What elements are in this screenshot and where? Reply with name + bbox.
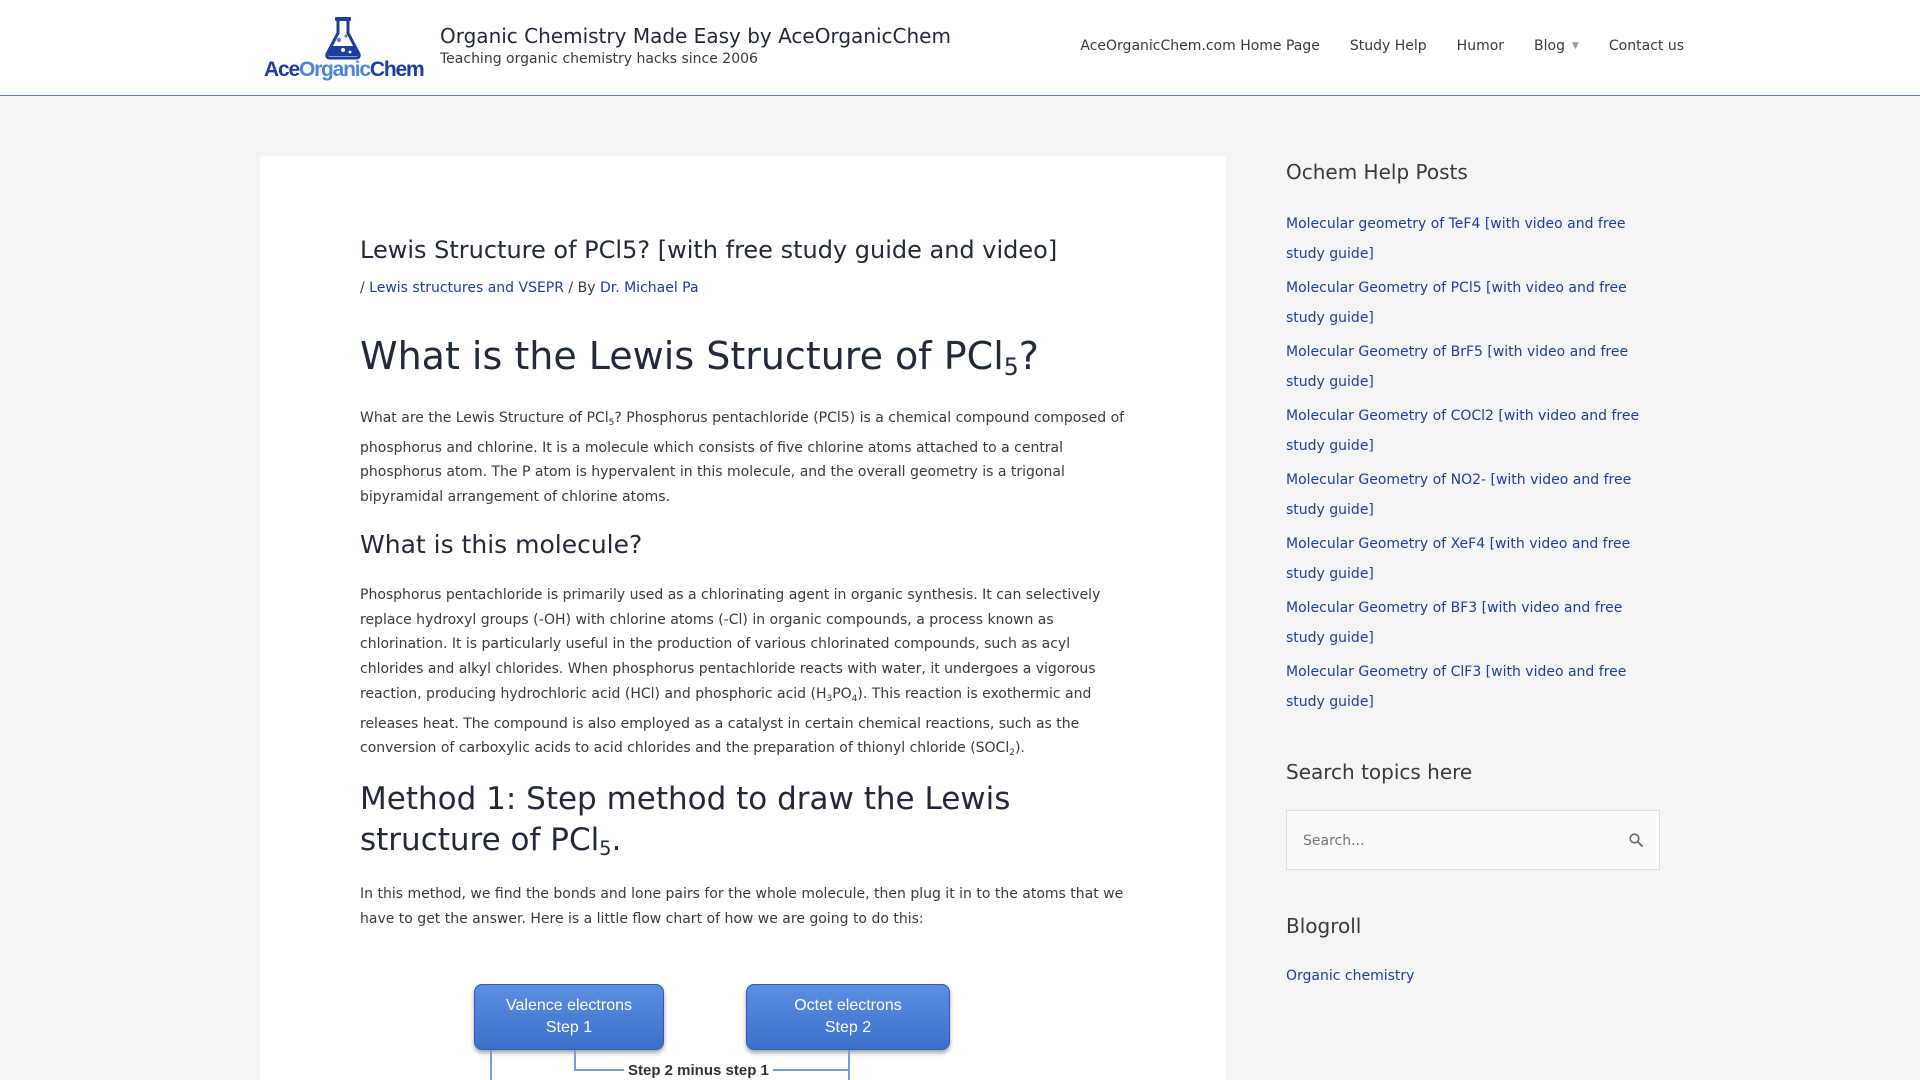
heading-end: . <box>611 822 622 858</box>
nav-item-contact[interactable]: Contact us <box>1609 38 1684 54</box>
post-link[interactable]: Molecular Geometry of BF3 [with video an… <box>1286 594 1660 653</box>
intro-paragraph: What are the Lewis Structure of PCl5? Ph… <box>360 406 1126 510</box>
heading-end: ? <box>1018 334 1039 378</box>
text-run: PO <box>832 685 852 702</box>
logo-wordmark: AceOrganicChem <box>264 58 425 82</box>
nav-label: Study Help <box>1349 38 1427 54</box>
nav-item-humor[interactable]: Humor <box>1457 38 1504 54</box>
meta-by: / By <box>563 280 600 296</box>
flow-box-line: Step 2 <box>824 1019 872 1036</box>
author-link[interactable]: Dr. Michael Pa <box>600 280 699 296</box>
flow-connector <box>490 1050 492 1080</box>
post-link[interactable]: Molecular Geometry of BrF5 [with video a… <box>1286 338 1660 397</box>
flow-connector <box>574 1050 576 1070</box>
flow-box-line: Octet electrons <box>794 997 902 1014</box>
heading-method-1: Method 1: Step method to draw the Lewis … <box>360 779 1126 869</box>
widget-title-search: Search topics here <box>1286 760 1473 784</box>
nav-label: Contact us <box>1608 38 1684 54</box>
widget-title-blogroll: Blogroll <box>1286 914 1362 938</box>
post-link[interactable]: Molecular Geometry of COCl2 [with video … <box>1286 402 1660 461</box>
site-tagline: Teaching organic chemistry hacks since 2… <box>440 51 758 67</box>
heading-subscript: 5 <box>1003 352 1019 381</box>
heading-what-is-molecule: What is this molecule? <box>360 530 643 559</box>
nav-item-blog[interactable]: Blog ▼ <box>1534 38 1579 54</box>
nav-label: AceOrganicChem.com Home Page <box>1080 38 1320 54</box>
text-run: ). <box>1014 740 1025 757</box>
heading-subscript: 5 <box>599 836 612 860</box>
main-nav: AceOrganicChem.com Home Page Study Help … <box>1080 38 1684 54</box>
meta-separator: / <box>360 280 370 296</box>
post-title: Lewis Structure of PCl5? [with free stud… <box>360 236 1058 264</box>
search-input[interactable] <box>1303 829 1603 853</box>
chevron-down-icon: ▼ <box>1571 41 1579 51</box>
site-header: AceOrganicChem Organic Chemistry Made Ea… <box>0 0 1920 96</box>
site-title[interactable]: Organic Chemistry Made Easy by AceOrgani… <box>440 24 951 48</box>
flow-box-valence: Valence electrons Step 1 <box>474 984 664 1050</box>
method-paragraph: In this method, we find the bonds and lo… <box>360 886 1124 927</box>
heading-lewis-structure: What is the Lewis Structure of PCl5? <box>360 334 1039 381</box>
post-link[interactable]: Molecular geometry of TeF4 [with video a… <box>1286 210 1660 269</box>
post-meta: / Lewis structures and VSEPR / By Dr. Mi… <box>360 280 699 296</box>
flask-icon <box>325 17 361 60</box>
flow-label: Step 2 minus step 1 <box>624 1062 773 1079</box>
logo-text-chem: Chem <box>369 58 425 81</box>
site-logo[interactable]: AceOrganicChem <box>264 14 425 82</box>
posts-list: Molecular geometry of TeF4 [with video a… <box>1286 210 1660 722</box>
flow-box-octet: Octet electrons Step 2 <box>746 984 950 1050</box>
heading-text: Method 1: Step method to draw the Lewis … <box>360 781 1011 858</box>
article-card: Lewis Structure of PCl5? [with free stud… <box>260 156 1226 1080</box>
post-link[interactable]: Molecular Geometry of PCl5 [with video a… <box>1286 274 1660 333</box>
search-form <box>1286 810 1660 870</box>
widget-title-posts: Ochem Help Posts <box>1286 160 1468 184</box>
post-link[interactable]: Molecular Geometry of ClF3 [with video a… <box>1286 658 1660 717</box>
post-link[interactable]: Molecular Geometry of NO2- [with video a… <box>1286 466 1660 525</box>
flow-chart: Valence electrons Step 1 Octet electrons… <box>474 984 950 1080</box>
text-run: Phosphorus pentachloride is primarily us… <box>360 587 1101 702</box>
heading-text: What is the Lewis Structure of PCl <box>360 334 1004 378</box>
category-link[interactable]: Lewis structures and VSEPR <box>369 280 564 296</box>
search-icon[interactable] <box>1629 833 1643 847</box>
flow-box-line: Step 1 <box>545 1019 593 1036</box>
text-run: What are the Lewis Structure of PCl <box>360 410 609 426</box>
nav-label: Blog <box>1534 38 1565 54</box>
logo-text-ace: Ace <box>264 58 300 81</box>
nav-item-home[interactable]: AceOrganicChem.com Home Page <box>1080 38 1319 54</box>
blogroll-link[interactable]: Organic chemistry <box>1286 968 1414 984</box>
flow-box-line: Valence electrons <box>506 997 632 1014</box>
molecule-paragraph: Phosphorus pentachloride is primarily us… <box>360 583 1126 766</box>
logo-text-organic: Organic <box>298 58 371 81</box>
nav-item-study-help[interactable]: Study Help <box>1350 38 1427 54</box>
flow-connector <box>848 1050 850 1080</box>
post-link[interactable]: Molecular Geometry of XeF4 [with video a… <box>1286 530 1660 589</box>
nav-label: Humor <box>1456 38 1505 54</box>
